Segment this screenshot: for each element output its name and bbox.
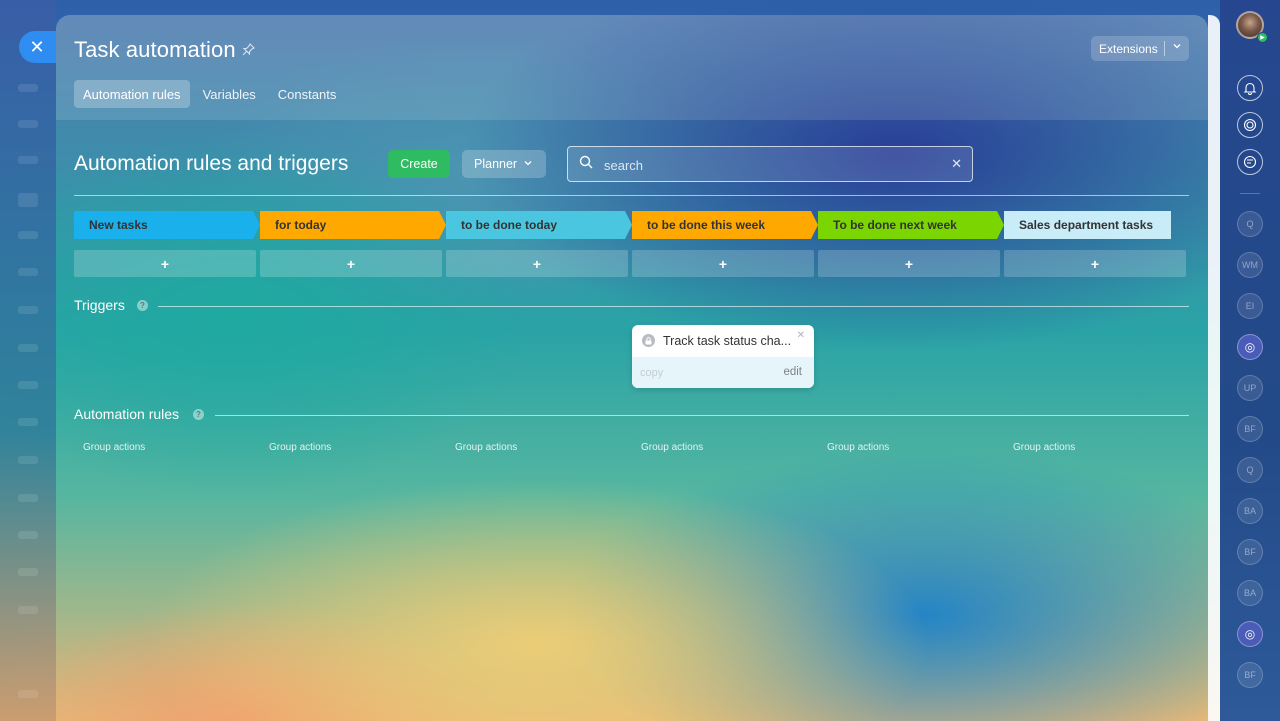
background-menu-item (18, 381, 38, 389)
section-heading: Automation rules and triggers (74, 152, 349, 175)
recent-chat-avatar[interactable]: BA (1237, 580, 1263, 606)
close-slider-button[interactable]: ✕ (19, 31, 59, 63)
header-divider (74, 195, 1189, 196)
add-trigger-button[interactable]: + (260, 250, 442, 277)
panel-scrollbar-edge[interactable] (1208, 15, 1220, 721)
help-icon[interactable]: ? (137, 300, 148, 311)
tab-constants[interactable]: Constants (269, 80, 346, 108)
create-button[interactable]: Create (388, 150, 450, 178)
search-icon (579, 155, 593, 172)
page-title: Task automation (74, 37, 236, 62)
tab-bar: Automation rules Variables Constants (74, 80, 345, 108)
recent-chat-avatar[interactable]: BF (1237, 416, 1263, 442)
edit-trigger-link[interactable]: edit (783, 366, 802, 378)
automation-rules-divider (215, 415, 1189, 416)
background-menu-item (18, 231, 38, 239)
copilot-icon[interactable] (1237, 112, 1263, 138)
stage-header: To be done next week (818, 211, 1004, 239)
planner-button[interactable]: Planner (462, 150, 546, 178)
background-menu-item (18, 568, 38, 576)
recent-chat-avatar[interactable]: WM (1237, 252, 1263, 278)
lock-icon (642, 334, 655, 347)
stage-label: for today (275, 218, 327, 232)
automation-rules-heading: Automation rules (74, 406, 180, 422)
stage-label: New tasks (89, 218, 148, 232)
recent-chat-avatar[interactable]: BA (1237, 498, 1263, 524)
group-actions-link[interactable]: Group actions (827, 442, 889, 453)
background-menu-item (18, 456, 38, 464)
right-sidebar (1220, 0, 1280, 721)
search-input[interactable] (604, 155, 934, 175)
background-menu-item (18, 690, 38, 698)
triggers-heading: Triggers (74, 297, 125, 313)
group-actions-link[interactable]: Group actions (83, 442, 145, 453)
background-menu-item (18, 193, 38, 207)
trigger-name: Track task status cha... (663, 334, 792, 348)
sidebar-separator (1240, 193, 1260, 194)
stage-label: To be done next week (833, 218, 957, 232)
planner-label: Planner (474, 157, 518, 171)
stage-label: to be done this week (647, 218, 766, 232)
trigger-card-actions: copy edit (632, 357, 814, 388)
stage-header: to be done this week (632, 211, 818, 239)
group-actions-link[interactable]: Group actions (455, 442, 517, 453)
chevron-down-icon (1172, 41, 1182, 54)
background-menu-item (18, 156, 38, 164)
chat-icon[interactable] (1237, 149, 1263, 175)
add-trigger-button[interactable]: + (632, 250, 814, 277)
close-icon: ✕ (29, 36, 45, 57)
pin-icon[interactable] (242, 43, 255, 59)
stage-header: for today (260, 211, 446, 239)
background-menu-item (18, 84, 38, 92)
recent-chat-avatar[interactable]: BF (1237, 662, 1263, 688)
background-menu-item (18, 606, 38, 614)
recent-chat-avatar[interactable]: UP (1237, 375, 1263, 401)
help-icon[interactable]: ? (193, 409, 204, 420)
stage-label: to be done today (461, 218, 557, 232)
background-menu-item (18, 306, 38, 314)
add-trigger-button[interactable]: + (74, 250, 256, 277)
stage-header: to be done today (446, 211, 632, 239)
chevron-down-icon (523, 158, 533, 171)
group-chat-icon[interactable]: ◎ (1237, 621, 1263, 647)
extensions-button[interactable]: Extensions (1091, 36, 1189, 61)
background-menu-item (18, 120, 38, 128)
triggers-divider (158, 306, 1189, 307)
recent-chat-avatar[interactable]: EI (1237, 293, 1263, 319)
search-field[interactable]: ✕ (567, 146, 973, 182)
delete-trigger-icon[interactable]: ✕ (797, 330, 805, 341)
add-trigger-button[interactable]: + (1004, 250, 1186, 277)
clear-search-icon[interactable]: ✕ (951, 156, 962, 172)
extensions-separator (1164, 41, 1165, 56)
add-trigger-button[interactable]: + (818, 250, 1000, 277)
stage-label: Sales department tasks (1019, 218, 1154, 232)
background-menu-item (18, 418, 38, 426)
background-menu-item (18, 344, 38, 352)
tab-automation-rules[interactable]: Automation rules (74, 80, 190, 108)
stage-header: New tasks (74, 211, 260, 239)
stage-header: Sales department tasks (1004, 211, 1171, 239)
background-app-sidebar (0, 0, 56, 721)
trigger-card-top: Track task status cha... ✕ (632, 325, 814, 357)
background-menu-item (18, 268, 38, 276)
group-actions-link[interactable]: Group actions (269, 442, 331, 453)
recent-chat-avatar[interactable]: BF (1237, 539, 1263, 565)
background-menu-item (18, 494, 38, 502)
recent-chat-avatar[interactable]: Q (1237, 457, 1263, 483)
recent-chat-avatar[interactable]: Q (1237, 211, 1263, 237)
tab-variables[interactable]: Variables (194, 80, 265, 108)
extensions-label: Extensions (1099, 41, 1158, 56)
task-automation-panel: Task automation Extensions Automation ru… (56, 15, 1208, 721)
copy-trigger-link[interactable]: copy (640, 367, 663, 379)
pin-icon-svg (242, 43, 255, 56)
group-chat-icon[interactable]: ◎ (1237, 334, 1263, 360)
online-status-icon: ▶ (1257, 32, 1268, 43)
group-actions-link[interactable]: Group actions (641, 442, 703, 453)
group-actions-link[interactable]: Group actions (1013, 442, 1075, 453)
notifications-bell-icon[interactable] (1237, 75, 1263, 101)
background-menu-item (18, 531, 38, 539)
add-trigger-button[interactable]: + (446, 250, 628, 277)
trigger-card[interactable]: Track task status cha... ✕ copy edit (632, 325, 814, 388)
